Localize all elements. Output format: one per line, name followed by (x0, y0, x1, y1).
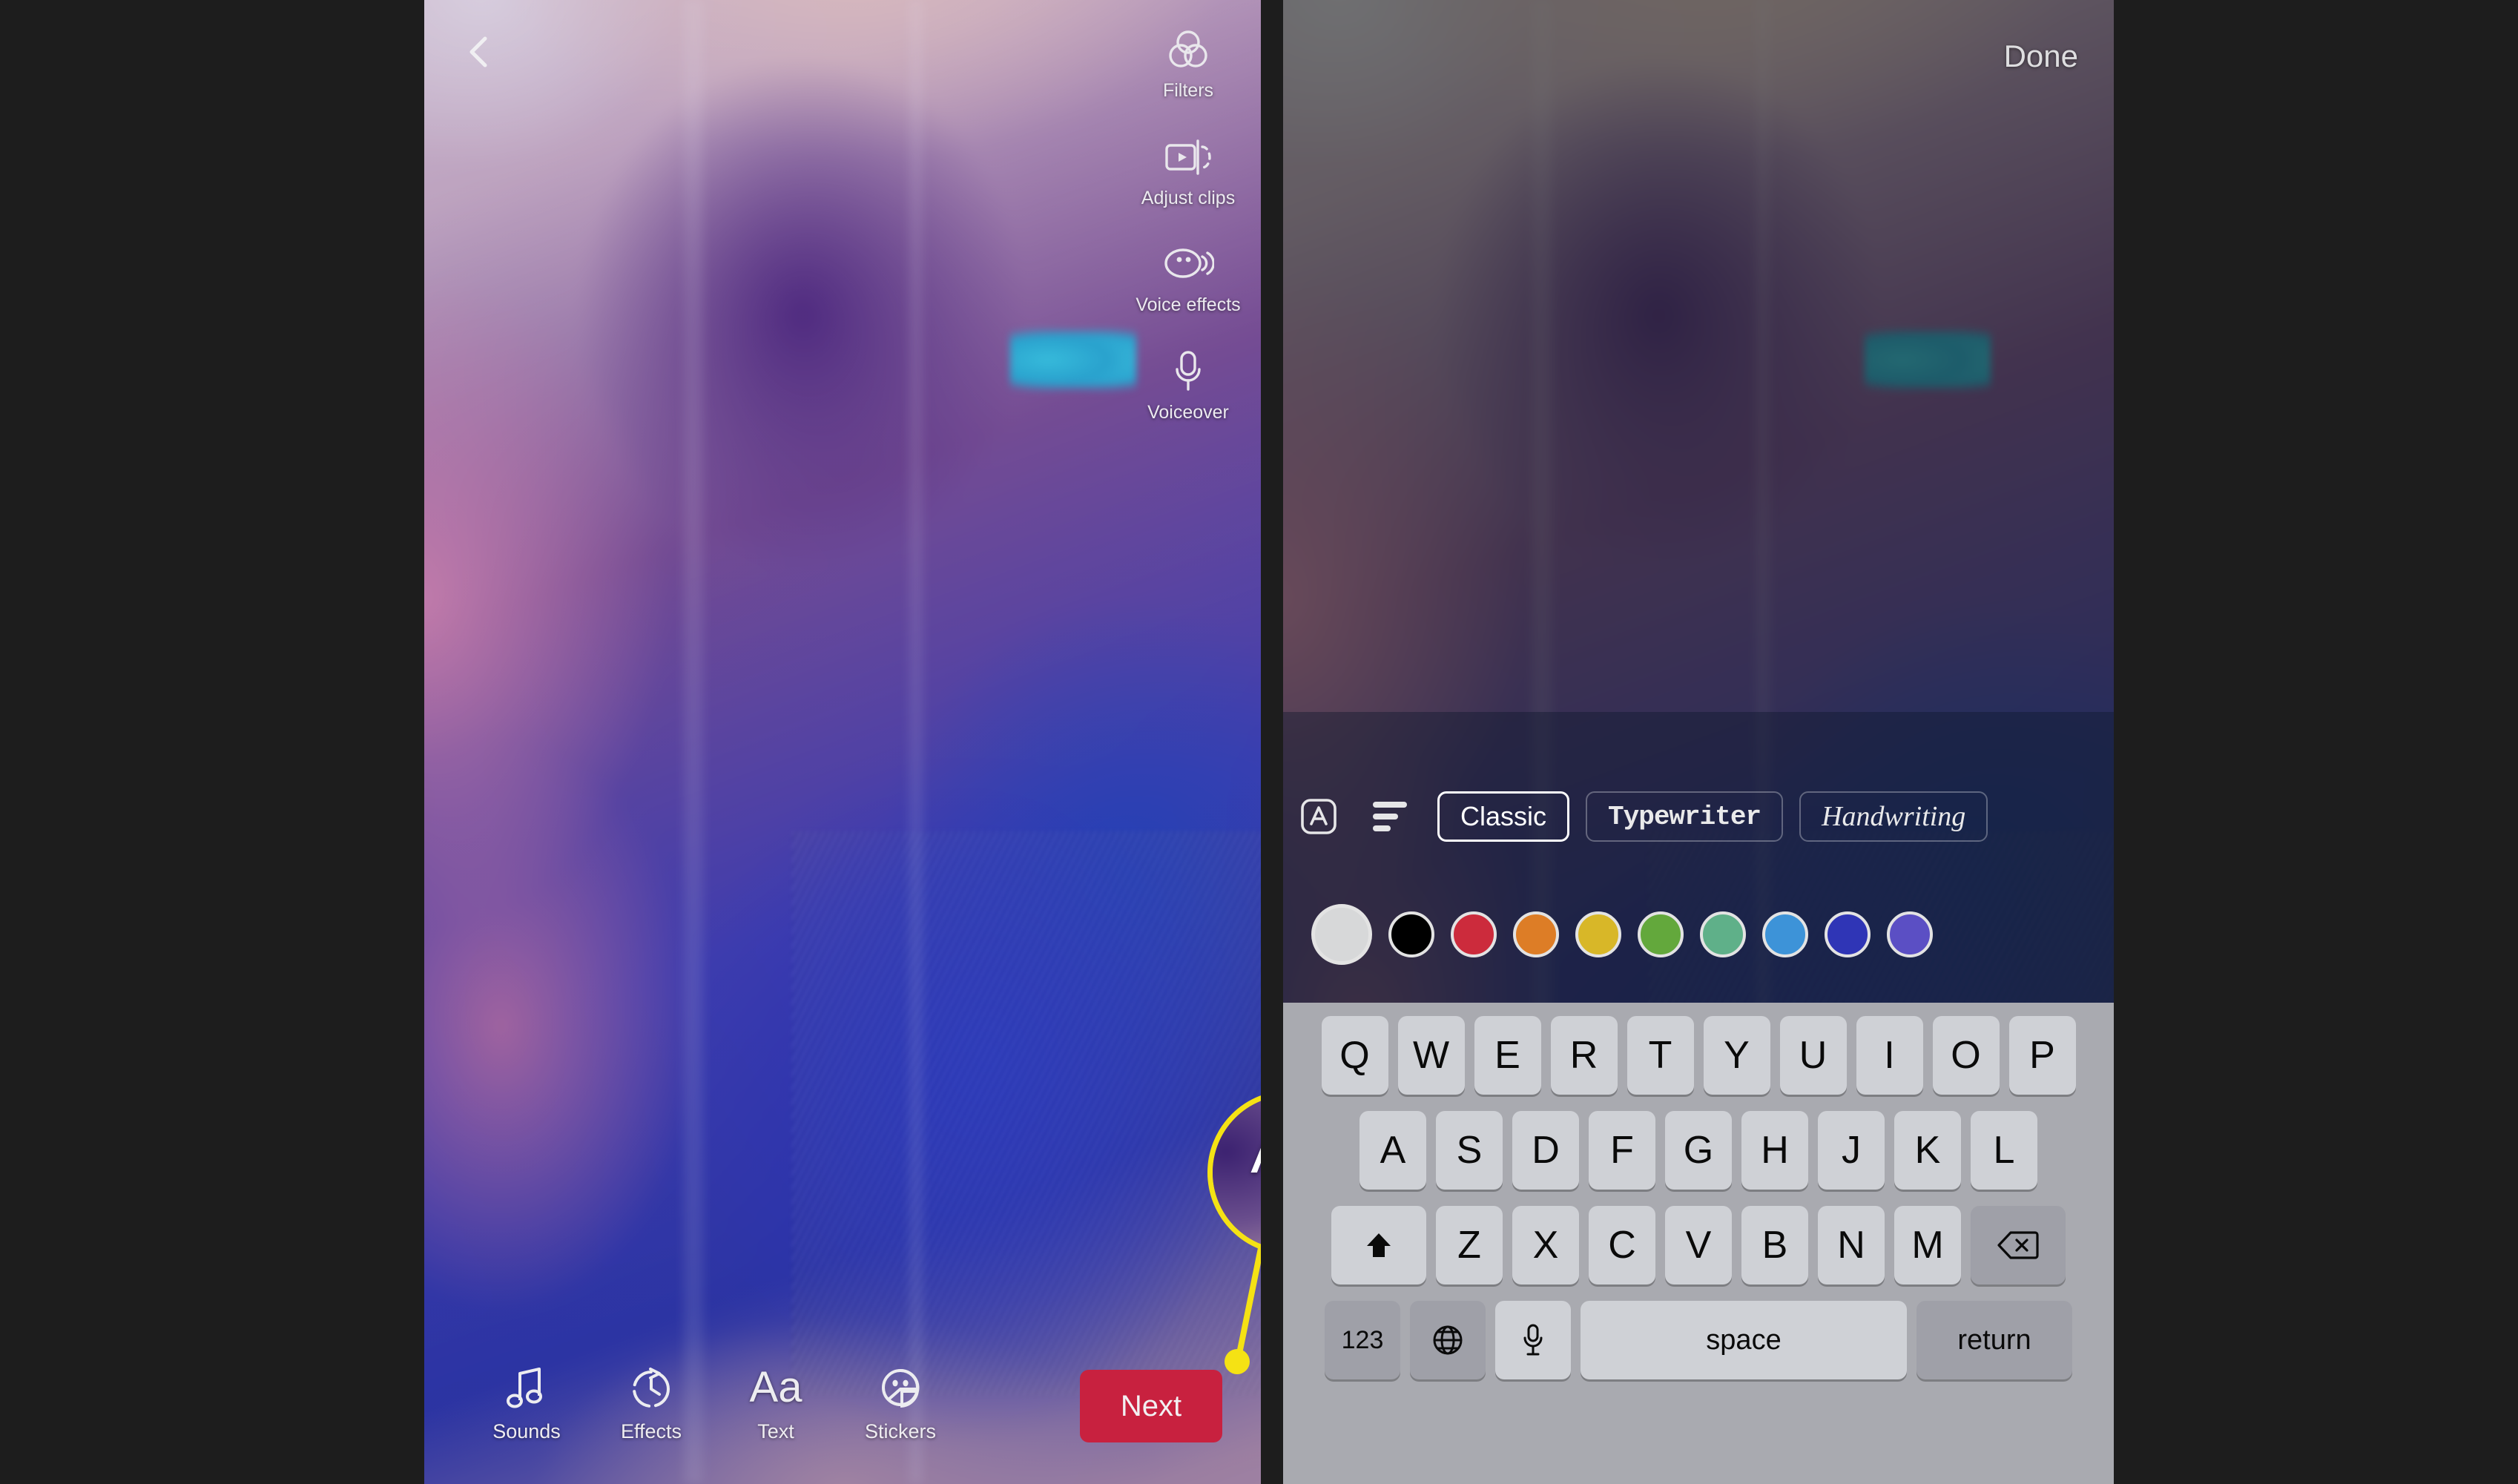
shift-key[interactable] (1331, 1206, 1426, 1285)
dictation-key[interactable] (1495, 1301, 1571, 1379)
color-swatch-teal[interactable] (1700, 911, 1746, 957)
tool-label: Filters (1162, 80, 1214, 101)
shift-arrow-icon (1367, 1233, 1391, 1257)
bottom-item-label: Sounds (492, 1419, 561, 1442)
tool-label: Voiceover (1147, 401, 1229, 423)
chevron-left-icon (469, 36, 487, 67)
key-M[interactable]: M (1894, 1206, 1961, 1285)
tool-label: Adjust clips (1141, 187, 1236, 208)
color-swatch-red[interactable] (1451, 911, 1497, 957)
text-style-toolbar: Classic Typewriter Handwriting (1283, 784, 2114, 849)
key-W[interactable]: W (1397, 1016, 1465, 1095)
color-swatch-orange[interactable] (1513, 911, 1559, 957)
text-background-icon (1301, 799, 1337, 834)
font-chip-list: Classic Typewriter Handwriting (1437, 791, 1988, 842)
key-J[interactable]: J (1818, 1111, 1885, 1190)
key-F[interactable]: F (1589, 1111, 1655, 1190)
microphone-icon (1523, 1324, 1543, 1356)
filters-icon (1165, 27, 1211, 73)
back-button[interactable] (458, 31, 500, 73)
color-swatch-black[interactable] (1388, 911, 1434, 957)
tool-adjust-clips[interactable]: Adjust clips (1129, 134, 1248, 209)
key-S[interactable]: S (1436, 1111, 1503, 1190)
key-R[interactable]: R (1550, 1016, 1618, 1095)
key-I[interactable]: I (1856, 1016, 1923, 1095)
space-key[interactable]: space (1581, 1301, 1907, 1379)
video-preview-panel: Filters Adjust clips Voice effects Voice… (424, 0, 1261, 1484)
key-Q[interactable]: Q (1321, 1016, 1388, 1095)
bottom-item-text[interactable]: Aa Text (713, 1361, 838, 1443)
adjust-clips-icon (1164, 134, 1213, 180)
font-chip-typewriter[interactable]: Typewriter (1586, 791, 1784, 842)
color-swatch-dark-blue[interactable] (1825, 911, 1871, 957)
callout-aa-glyph: Aa (1250, 1119, 1261, 1183)
done-button[interactable]: Done (2004, 39, 2078, 74)
color-swatch-yellow[interactable] (1575, 911, 1621, 957)
keyboard-row-3: ZXCVBNM (1331, 1206, 2066, 1285)
return-key[interactable]: return (1916, 1301, 2072, 1379)
text-editing-panel: Done Classic Typewriter Handwriting QWER… (1283, 0, 2114, 1484)
globe-icon (1433, 1325, 1463, 1355)
key-A[interactable]: A (1359, 1111, 1426, 1190)
key-V[interactable]: V (1665, 1206, 1732, 1285)
key-O[interactable]: O (1932, 1016, 2000, 1095)
font-chip-classic[interactable]: Classic (1437, 791, 1570, 842)
tool-voiceover[interactable]: Voiceover (1129, 349, 1248, 423)
key-U[interactable]: U (1779, 1016, 1847, 1095)
text-align-button[interactable] (1354, 797, 1426, 836)
color-swatch-purple[interactable] (1887, 911, 1933, 957)
key-T[interactable]: T (1627, 1016, 1694, 1095)
key-L[interactable]: L (1971, 1111, 2037, 1190)
key-K[interactable]: K (1894, 1111, 1961, 1190)
numbers-key[interactable]: 123 (1325, 1301, 1400, 1379)
sticker-smiley-icon (877, 1361, 923, 1414)
color-swatch-white[interactable] (1311, 904, 1372, 965)
key-G[interactable]: G (1665, 1111, 1732, 1190)
music-note-icon (505, 1361, 548, 1414)
bottom-item-stickers[interactable]: Stickers (838, 1361, 963, 1443)
key-H[interactable]: H (1741, 1111, 1808, 1190)
backspace-icon (1997, 1231, 2039, 1259)
text-tool-callout: Aa Text (1207, 1090, 1261, 1255)
text-color-picker (1283, 894, 2114, 975)
voice-effects-icon (1162, 241, 1214, 287)
key-C[interactable]: C (1589, 1206, 1655, 1285)
keyboard-row-2: ASDFGHJKL (1359, 1111, 2037, 1190)
bottom-item-effects[interactable]: Effects (589, 1361, 713, 1443)
key-P[interactable]: P (2008, 1016, 2076, 1095)
next-button[interactable]: Next (1080, 1370, 1222, 1442)
text-aa-icon: Aa (749, 1362, 802, 1411)
key-N[interactable]: N (1818, 1206, 1885, 1285)
key-E[interactable]: E (1474, 1016, 1541, 1095)
key-B[interactable]: B (1741, 1206, 1808, 1285)
text-align-icon (1373, 802, 1407, 831)
tool-voice-effects[interactable]: Voice effects (1129, 241, 1248, 316)
keyboard-row-4: 123 space return (1325, 1301, 2072, 1379)
tool-rail: Filters Adjust clips Voice effects Voice… (1129, 27, 1248, 423)
keyboard-row-1: QWERTYUIOP (1321, 1016, 2076, 1095)
key-Z[interactable]: Z (1436, 1206, 1503, 1285)
key-Y[interactable]: Y (1703, 1016, 1770, 1095)
globe-key[interactable] (1410, 1301, 1486, 1379)
color-swatch-blue[interactable] (1762, 911, 1808, 957)
effects-clock-icon (628, 1361, 674, 1414)
bottom-item-label: Effects (620, 1419, 682, 1442)
text-background-button[interactable] (1283, 796, 1354, 837)
bottom-item-label: Text (757, 1419, 794, 1442)
microphone-icon (1170, 349, 1206, 395)
ios-keyboard: QWERTYUIOP ASDFGHJKL ZXCVBNM 123 space r… (1283, 1003, 2114, 1484)
bottom-item-label: Stickers (864, 1419, 937, 1442)
key-D[interactable]: D (1512, 1111, 1579, 1190)
backspace-key[interactable] (1971, 1206, 2066, 1285)
tool-filters[interactable]: Filters (1129, 27, 1248, 102)
color-swatch-green[interactable] (1638, 911, 1684, 957)
tool-label: Voice effects (1136, 294, 1241, 315)
key-X[interactable]: X (1512, 1206, 1579, 1285)
bottom-item-sounds[interactable]: Sounds (464, 1361, 589, 1443)
font-chip-handwriting[interactable]: Handwriting (1799, 791, 1988, 842)
